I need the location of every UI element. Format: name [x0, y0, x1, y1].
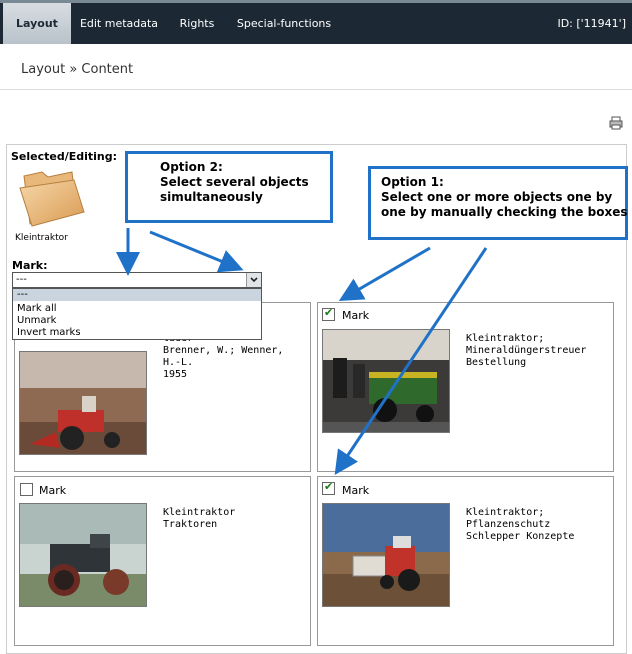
tab-layout[interactable]: Layout: [3, 3, 71, 44]
object-card: Mark Kleintraktor Traktoren: [14, 476, 311, 646]
callout-option-1-body: Select one or more objects one by one by…: [381, 190, 628, 219]
callout-option-2: Option 2: Select several objects simulta…: [125, 151, 333, 223]
breadcrumb-divider: [0, 89, 632, 90]
mark-label: Mark:: [12, 259, 48, 272]
mark-option-none[interactable]: ---: [13, 289, 261, 301]
chevron-down-icon[interactable]: [246, 273, 261, 287]
printer-icon[interactable]: [609, 116, 623, 130]
object-thumbnail[interactable]: [322, 329, 450, 433]
callout-option-1: Option 1: Select one or more objects one…: [368, 166, 628, 240]
object-thumbnail[interactable]: [19, 351, 147, 455]
tab-edit-metadata[interactable]: Edit metadata: [78, 3, 160, 44]
mark-option-invert[interactable]: Invert marks: [13, 327, 261, 339]
callout-option-2-title: Option 2:: [160, 160, 223, 174]
object-metadata: Kleintraktor Traktoren: [163, 507, 236, 530]
mark-checkbox[interactable]: [322, 480, 335, 495]
mark-checkbox-label: Mark: [342, 309, 370, 322]
object-metadata: lader Brenner, W.; Wenner, H.-L. 1955: [163, 333, 284, 380]
mark-checkbox[interactable]: [322, 306, 335, 321]
mark-select-value: ---: [16, 274, 27, 285]
object-metadata: Kleintraktor; Pflanzenschutz Schlepper K…: [466, 507, 575, 542]
folder-caption: Kleintraktor: [15, 233, 68, 243]
object-thumbnail[interactable]: [19, 503, 147, 607]
mark-dropdown: --- Mark all Unmark Invert marks: [12, 288, 262, 340]
folder-icon[interactable]: [18, 168, 88, 230]
tab-rights[interactable]: Rights: [170, 3, 224, 44]
mark-option-mark-all[interactable]: Mark all: [13, 303, 261, 315]
object-thumbnail[interactable]: [322, 503, 450, 607]
breadcrumb: Layout » Content: [21, 62, 134, 77]
callout-option-1-title: Option 1:: [381, 175, 444, 189]
tab-special-functions[interactable]: Special-functions: [236, 3, 332, 44]
mark-select[interactable]: ---: [12, 272, 262, 288]
top-nav-bar: Layout Edit metadata Rights Special-func…: [0, 0, 632, 44]
object-card: Mark Kleintraktor; Mineraldüngerstreuer …: [317, 302, 614, 472]
mark-option-unmark[interactable]: Unmark: [13, 315, 261, 327]
mark-checkbox-label: Mark: [39, 484, 67, 497]
object-id-label: ID: ['11941']: [557, 17, 626, 30]
object-metadata: Kleintraktor; Mineraldüngerstreuer Beste…: [466, 333, 587, 368]
selected-editing-title: Selected/Editing:: [11, 150, 118, 163]
callout-option-2-body: Select several objects simultaneously: [160, 175, 309, 204]
mark-checkbox-label: Mark: [342, 484, 370, 497]
object-card: Mark Kleintraktor; Pflanzenschutz Schlep…: [317, 476, 614, 646]
mark-checkbox[interactable]: [20, 483, 33, 496]
